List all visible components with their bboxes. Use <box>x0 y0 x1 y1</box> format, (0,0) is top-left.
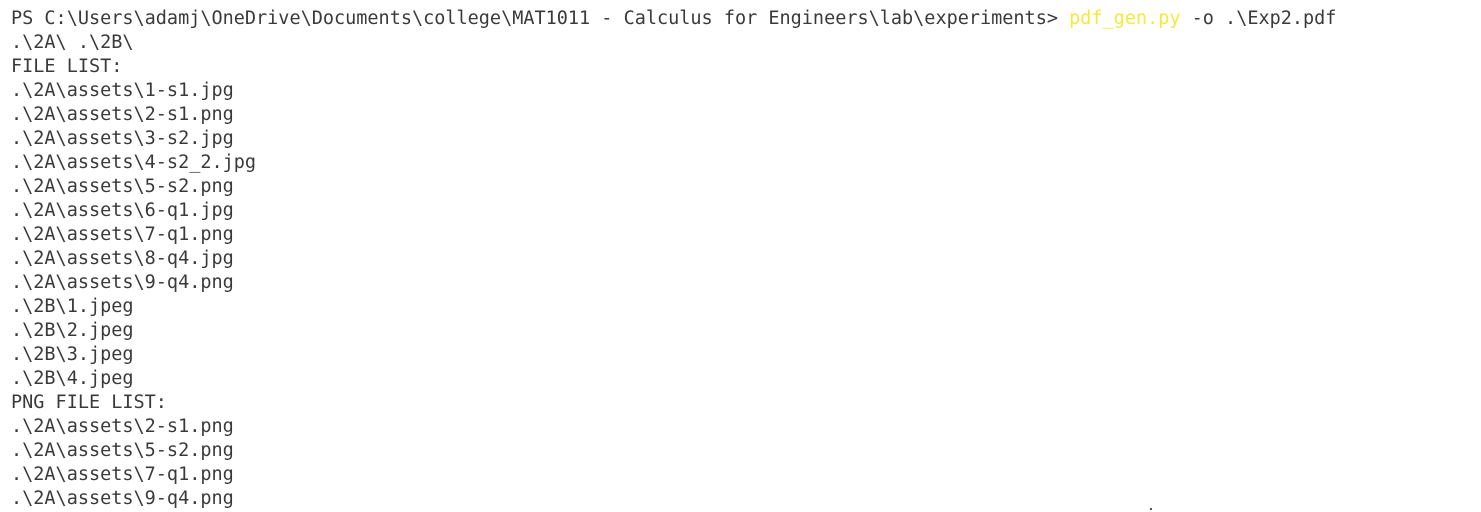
prompt-line: PS C:\Users\adamj\OneDrive\Documents\col… <box>11 7 1481 31</box>
output-line: .\2A\assets\2-s1.png <box>11 104 234 125</box>
output-line: .\2B\4.jpeg <box>11 368 134 389</box>
output-line: .\2A\assets\9-q4.png <box>11 272 234 293</box>
mouse-cursor <box>1150 508 1152 510</box>
terminal-window[interactable]: PS C:\Users\adamj\OneDrive\Documents\col… <box>0 0 1481 512</box>
output-line: .\2A\assets\9-q4.png <box>11 488 234 509</box>
output-line: .\2A\assets\4-s2_2.jpg <box>11 152 257 173</box>
output-line: .\2A\assets\2-s1.png <box>11 416 234 437</box>
output-line: .\2A\assets\6-q1.jpg <box>11 200 234 221</box>
output-line: .\2A\assets\5-s2.png <box>11 176 234 197</box>
output-line: .\2A\assets\1-s1.jpg <box>11 80 234 101</box>
output-line: .\2A\assets\3-s2.jpg <box>11 128 234 149</box>
output-line: .\2B\2.jpeg <box>11 320 134 341</box>
output-line: .\2A\assets\8-q4.jpg <box>11 248 234 269</box>
command-args: -o .\Exp2.pdf <box>1180 8 1337 29</box>
prompt-path: PS C:\Users\adamj\OneDrive\Documents\col… <box>11 8 1070 29</box>
output-line: .\2B\3.jpeg <box>11 344 134 365</box>
output-line: .\2A\assets\7-q1.png <box>11 224 234 245</box>
output-line: .\2A\assets\5-s2.png <box>11 440 234 461</box>
output-line: PNG FILE LIST: <box>11 392 167 413</box>
output-line: .\2A\assets\7-q1.png <box>11 464 234 485</box>
output-line: .\2B\1.jpeg <box>11 296 134 317</box>
terminal-output: .\2A\ .\2B\ FILE LIST: .\2A\assets\1-s1.jp… <box>11 31 1481 511</box>
output-line: FILE LIST: <box>11 56 123 77</box>
output-line: .\2A\ .\2B\ <box>11 32 134 53</box>
command-name: pdf_gen.py <box>1069 8 1181 29</box>
